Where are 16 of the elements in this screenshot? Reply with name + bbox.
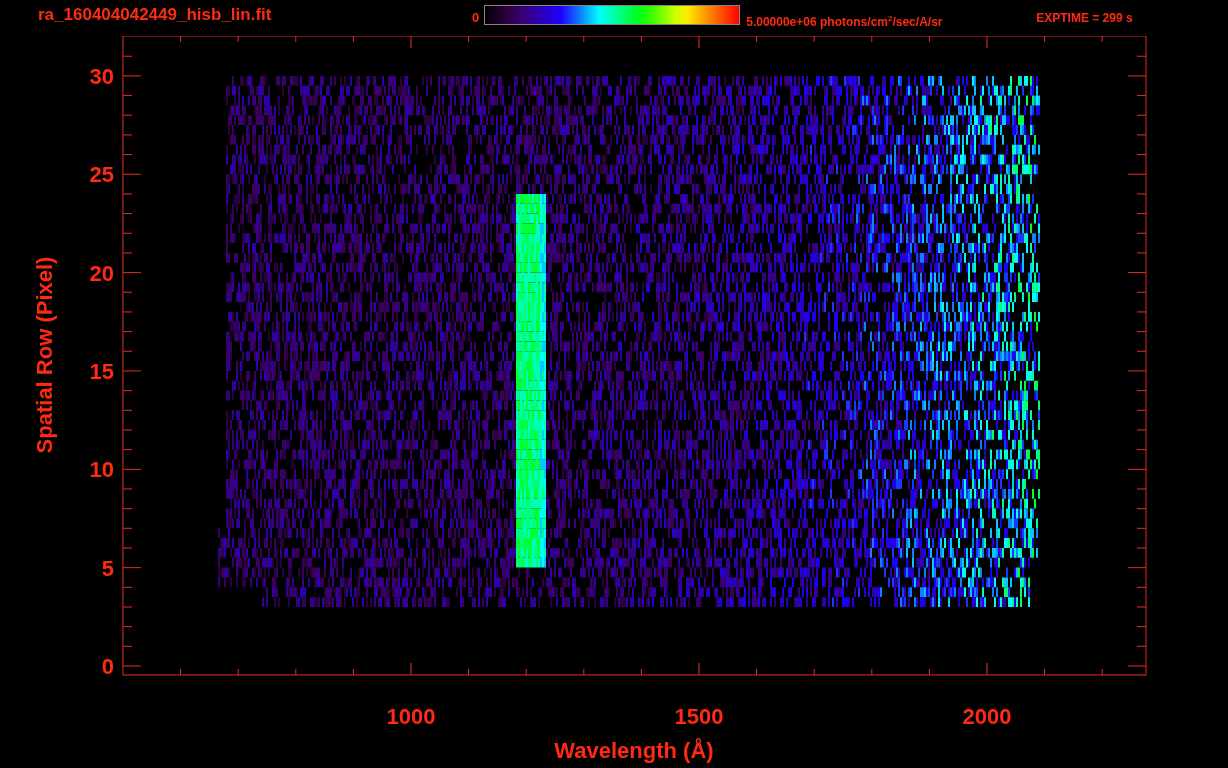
colorbar-min-label: 0 xyxy=(472,11,480,24)
y-tick-label: 25 xyxy=(89,162,114,188)
y-tick-label: 10 xyxy=(89,457,114,483)
colorbar-max-label: 5.00000e+06 photons/cm$^{2}$/sec/A/sr xyxy=(746,13,944,29)
y-tick-label: 20 xyxy=(89,260,114,286)
x-axis-title: Wavelength (Å) xyxy=(554,738,714,763)
y-tick-label: 0 xyxy=(101,654,114,679)
y-tick-label: 30 xyxy=(89,63,114,89)
x-tick-label: 1500 xyxy=(674,704,724,729)
y-axis-title: Spatial Row (Pixel) xyxy=(32,256,57,454)
exposure-time: EXPTIME = 299 s xyxy=(1036,12,1133,25)
file-name: ra_160404042449_hisb_lin.fit xyxy=(38,6,273,23)
x-tick-label: 1000 xyxy=(386,704,436,729)
x-tick-label: 2000 xyxy=(962,704,1012,729)
y-tick-label: 5 xyxy=(101,555,114,581)
y-tick-label: 15 xyxy=(89,358,114,384)
